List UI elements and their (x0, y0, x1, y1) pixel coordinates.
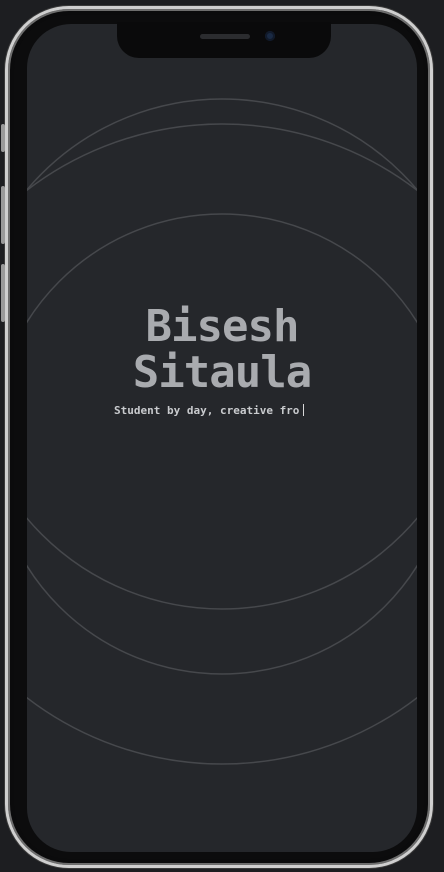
tagline: Student by day, creative fro (114, 404, 305, 417)
typing-cursor (303, 404, 305, 416)
last-name: Sitaula (132, 347, 312, 398)
front-camera-icon (265, 31, 275, 41)
tagline-text: Student by day, creative fro (114, 404, 300, 417)
volume-down-button (1, 264, 5, 322)
background-rings (27, 98, 417, 765)
ring-middle (27, 213, 417, 675)
speaker-grille (200, 34, 250, 39)
first-name: Bisesh (145, 301, 300, 352)
volume-up-button (1, 186, 5, 244)
ring-lower (27, 123, 417, 765)
phone-screen: Bisesh Sitaula Student by day, creative … (27, 24, 417, 852)
notch (117, 22, 331, 58)
device-mockup: Bisesh Sitaula Student by day, creative … (0, 0, 444, 872)
mute-switch (1, 124, 5, 152)
hero-name: Bisesh Sitaula (27, 304, 417, 396)
